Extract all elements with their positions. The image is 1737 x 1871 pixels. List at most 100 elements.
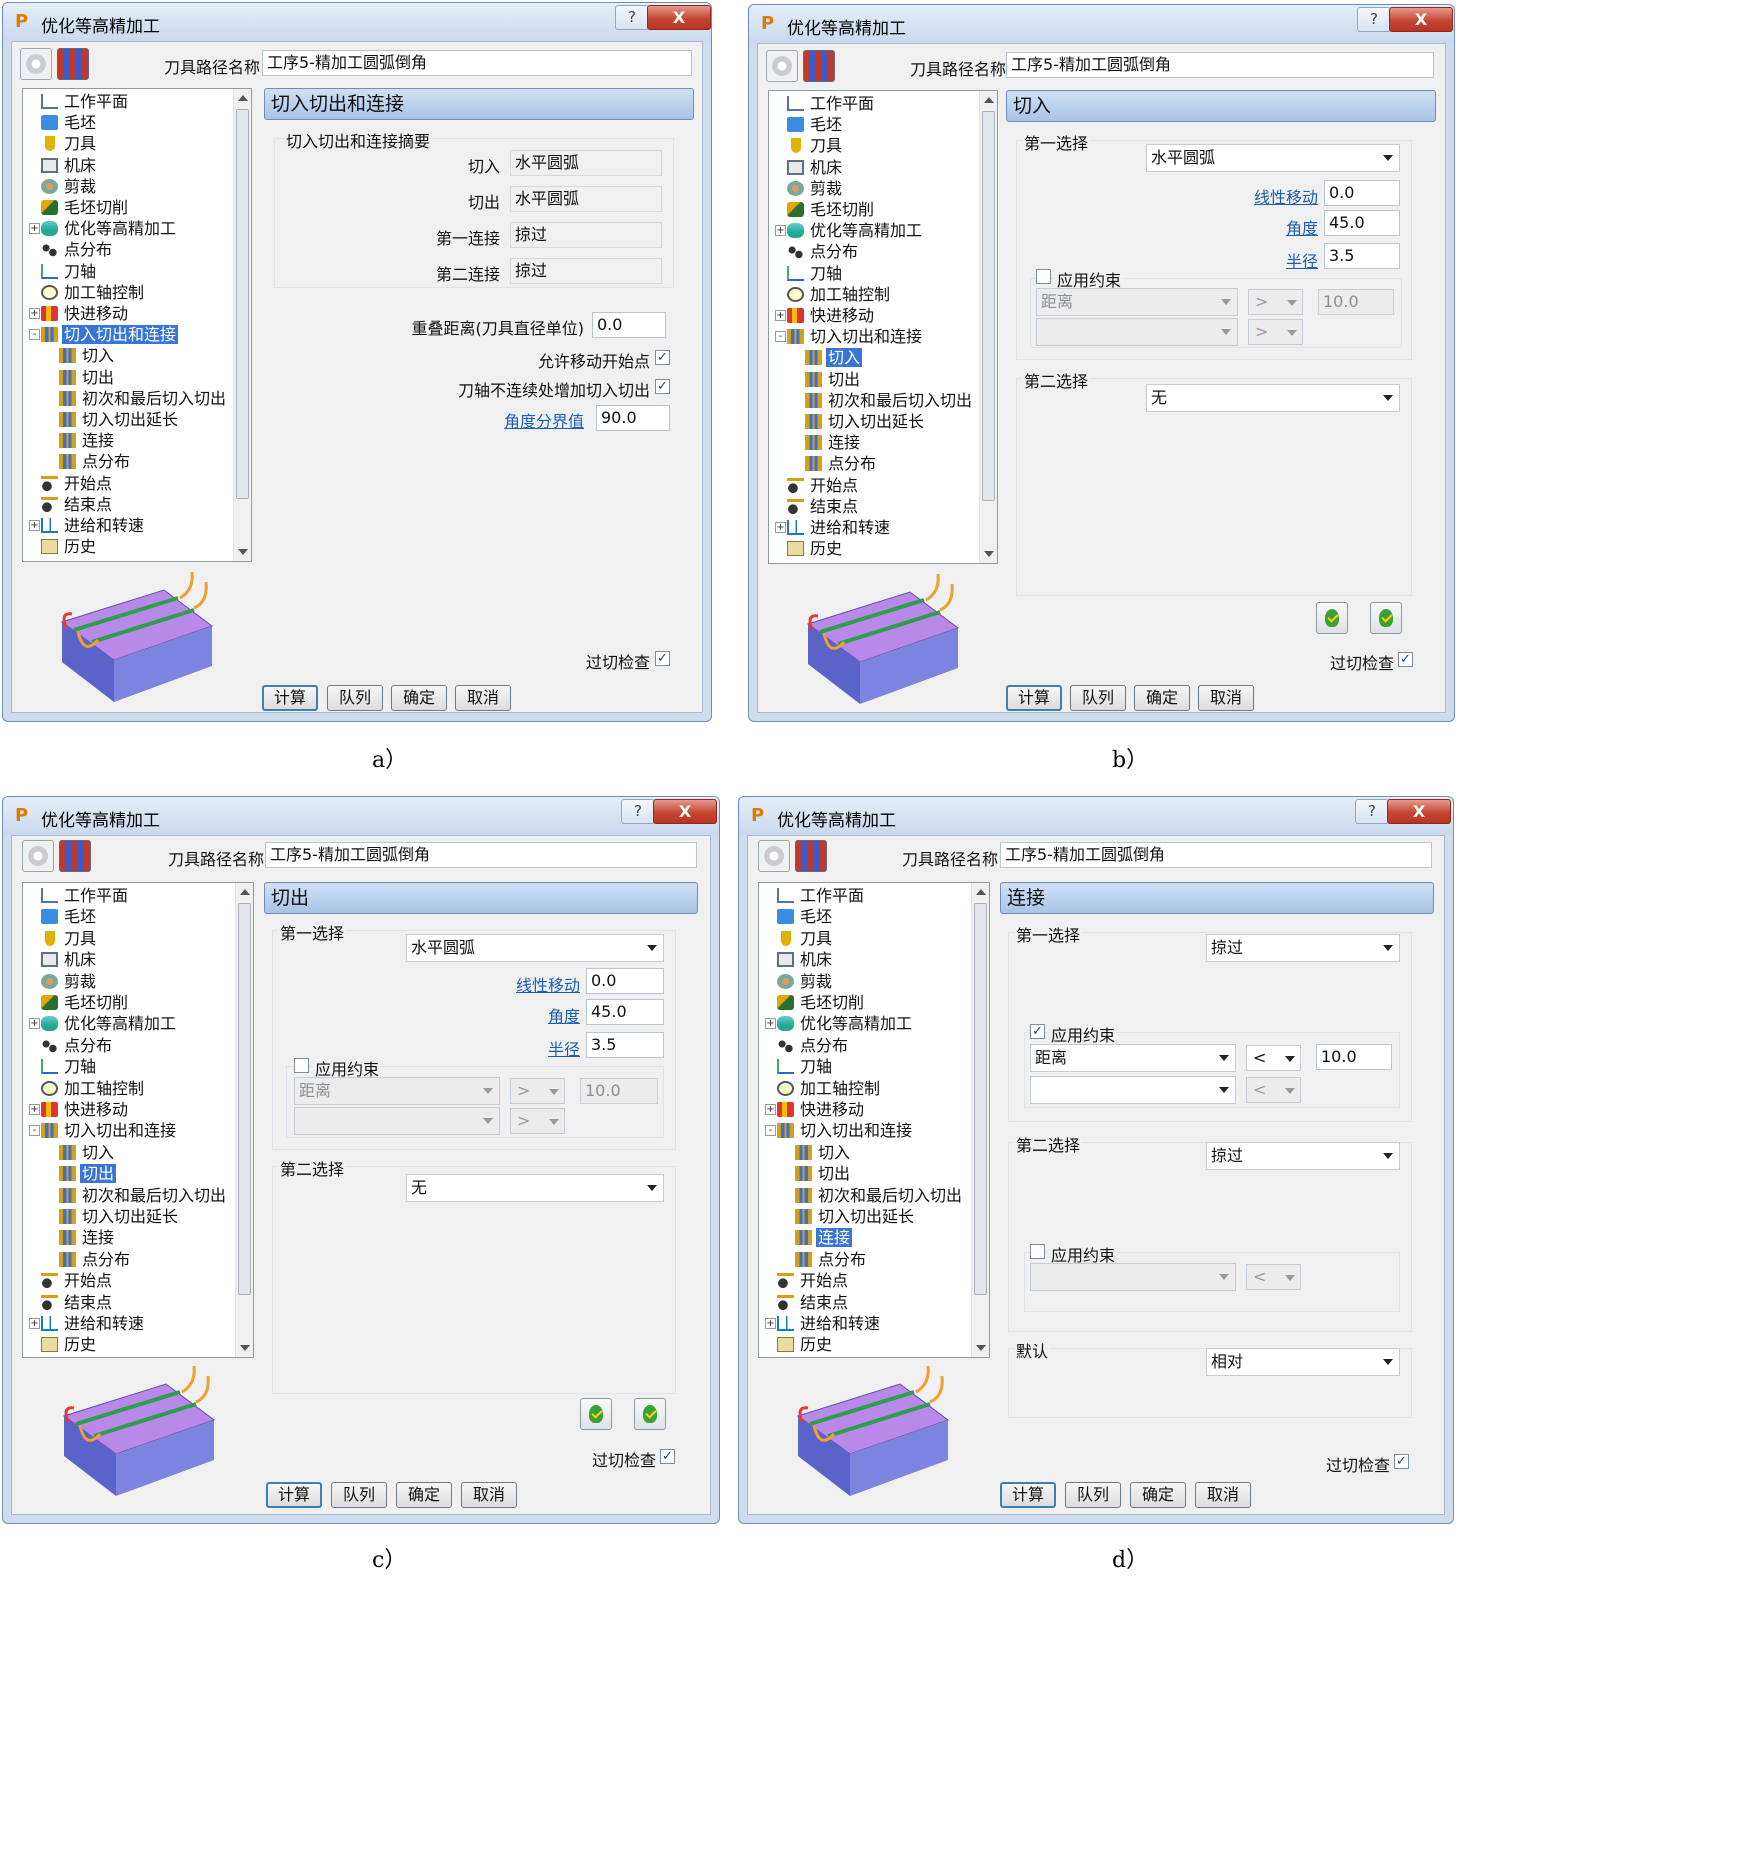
tree-item[interactable]: 切出 — [59, 1163, 117, 1184]
second-choice-select[interactable]: 掠过 — [1206, 1142, 1400, 1170]
copy-from-lead-out-button[interactable] — [1316, 602, 1348, 634]
tree-item[interactable]: 切入 — [805, 347, 863, 368]
tree-item[interactable]: 毛坯切削 — [777, 992, 866, 1013]
radius-link[interactable]: 半径 — [462, 1036, 580, 1060]
tree-item[interactable]: 进给和转速 — [41, 515, 146, 536]
allow-start-move-checkbox[interactable]: ✓ — [655, 350, 670, 365]
angle-link[interactable]: 角度 — [462, 1003, 580, 1027]
tree-item[interactable]: 结束点 — [777, 1292, 850, 1313]
calculate-button[interactable]: 计算 — [1000, 1482, 1056, 1508]
tree-item[interactable]: 初次和最后切入切出 — [805, 390, 974, 411]
gouge-check-checkbox[interactable]: ✓ — [655, 651, 670, 666]
tree-item[interactable]: 切入切出和连接 — [787, 326, 924, 347]
close-button[interactable]: X — [1387, 799, 1451, 824]
second-choice-select[interactable]: 无 — [406, 1174, 664, 1202]
tree-item[interactable]: 切入 — [795, 1142, 852, 1163]
apply-constraint-checkbox[interactable] — [1036, 269, 1051, 284]
calculate-button[interactable]: 计算 — [266, 1482, 322, 1508]
scroll-thumb[interactable] — [982, 111, 995, 501]
help-button[interactable]: ? — [615, 5, 649, 30]
queue-button[interactable]: 队列 — [1070, 685, 1126, 711]
tree-item[interactable]: 初次和最后切入切出 — [59, 388, 228, 409]
toolpath-settings-icon[interactable] — [20, 48, 52, 80]
tree-item[interactable]: 历史 — [787, 538, 844, 559]
constraint2-operator-select[interactable]: < — [1246, 1077, 1301, 1103]
close-button[interactable]: X — [647, 5, 711, 30]
tree-item[interactable]: 进给和转速 — [777, 1313, 882, 1334]
scroll-down-icon[interactable] — [238, 549, 248, 555]
tree-scrollbar[interactable] — [235, 883, 253, 1357]
tree-item[interactable]: 刀轴 — [777, 1056, 834, 1077]
close-button[interactable]: X — [1389, 7, 1453, 32]
apply-constraint-checkbox[interactable] — [294, 1058, 309, 1073]
tree-item[interactable]: 快进移动 — [41, 303, 130, 324]
tree-item[interactable]: 机床 — [41, 155, 98, 176]
tree-item[interactable]: 进给和转速 — [41, 1313, 146, 1334]
tree-item[interactable]: 加工轴控制 — [41, 282, 146, 303]
toolpath-edit-icon[interactable] — [57, 48, 89, 80]
constraint2-operator-select[interactable]: > — [1248, 319, 1303, 345]
expand-icon[interactable]: + — [775, 310, 786, 321]
toolpath-edit-icon[interactable] — [803, 50, 835, 82]
add-leads-checkbox[interactable]: ✓ — [655, 379, 670, 394]
tree-item[interactable]: 开始点 — [787, 475, 860, 496]
angle-link[interactable]: 角度 — [1198, 215, 1318, 239]
ok-button[interactable]: 确定 — [396, 1482, 452, 1508]
tree-item[interactable]: 刀具 — [787, 135, 844, 156]
copy-to-lead-out-button[interactable] — [1370, 602, 1402, 634]
constraint-value-input[interactable]: 10.0 — [580, 1078, 658, 1104]
tree-item[interactable]: 加工轴控制 — [787, 284, 892, 305]
tree-item[interactable]: 结束点 — [41, 1292, 114, 1313]
tree-item[interactable]: 工作平面 — [777, 885, 866, 906]
constraint-operator-select[interactable]: < — [1246, 1045, 1301, 1071]
scroll-up-icon[interactable] — [984, 97, 994, 103]
tree-item[interactable]: 初次和最后切入切出 — [795, 1185, 964, 1206]
radius-input[interactable]: 3.5 — [1324, 243, 1400, 269]
tree-item[interactable]: 加工轴控制 — [41, 1078, 146, 1099]
tree-item[interactable]: 点分布 — [777, 1035, 850, 1056]
tree-item[interactable]: 点分布 — [41, 239, 114, 260]
expand-icon[interactable]: + — [29, 1318, 40, 1329]
first-choice-select[interactable]: 掠过 — [1206, 934, 1400, 962]
settings-tree[interactable]: 工作平面 毛坯 刀具 机床 剪裁 毛坯切削 + 优化等高精加工 点分布 刀轴 加工轴控制 + 快进移动 -… — [22, 882, 254, 1358]
toolpath-edit-icon[interactable] — [795, 840, 827, 872]
tree-item[interactable]: 毛坯切削 — [41, 197, 130, 218]
expand-icon[interactable]: + — [775, 522, 786, 533]
linear-move-link[interactable]: 线性移动 — [1198, 184, 1318, 208]
first-choice-select[interactable]: 水平圆弧 — [1146, 144, 1400, 172]
tree-item[interactable]: 刀轴 — [787, 263, 844, 284]
tree-item[interactable]: 毛坯切削 — [41, 992, 130, 1013]
tree-item[interactable]: 毛坯 — [777, 906, 834, 927]
angle-threshold-input[interactable]: 90.0 — [596, 405, 670, 431]
apply-constraint2-checkbox[interactable] — [1030, 1244, 1045, 1259]
tree-item[interactable]: 切出 — [59, 367, 116, 388]
tree-item[interactable]: 历史 — [777, 1334, 834, 1355]
collapse-icon[interactable]: - — [775, 331, 786, 343]
constraint-operator-select[interactable]: > — [510, 1078, 565, 1104]
scroll-thumb[interactable] — [236, 109, 249, 499]
angle-input[interactable]: 45.0 — [1324, 210, 1400, 236]
expand-icon[interactable]: + — [29, 223, 40, 235]
tree-item[interactable]: 切入切出延长 — [805, 411, 926, 432]
tree-item[interactable]: 开始点 — [41, 473, 114, 494]
tree-item[interactable]: 进给和转速 — [787, 517, 892, 538]
cancel-button[interactable]: 取消 — [1198, 685, 1254, 711]
scroll-up-icon[interactable] — [976, 889, 986, 895]
gouge-check-checkbox[interactable]: ✓ — [1398, 652, 1413, 667]
tree-item[interactable]: 工作平面 — [41, 91, 130, 112]
tree-item[interactable]: 历史 — [41, 536, 98, 557]
tree-item[interactable]: 点分布 — [59, 451, 132, 472]
tree-item[interactable]: 开始点 — [777, 1270, 850, 1291]
tree-item[interactable]: 剪裁 — [787, 178, 844, 199]
expand-icon[interactable]: + — [29, 1018, 40, 1030]
help-button[interactable]: ? — [1355, 799, 1389, 824]
copy-to-lead-in-button[interactable] — [634, 1398, 666, 1430]
radius-input[interactable]: 3.5 — [586, 1032, 664, 1058]
tree-scrollbar[interactable] — [979, 91, 997, 563]
tree-item[interactable]: 优化等高精加工 — [787, 220, 924, 241]
tree-item[interactable]: 优化等高精加工 — [41, 218, 178, 239]
constraint2-type-select[interactable] — [1036, 318, 1238, 346]
calculate-button[interactable]: 计算 — [1006, 685, 1062, 711]
queue-button[interactable]: 队列 — [1065, 1482, 1121, 1508]
title-bar[interactable]: P 优化等高精加工 ? X — [3, 797, 719, 835]
